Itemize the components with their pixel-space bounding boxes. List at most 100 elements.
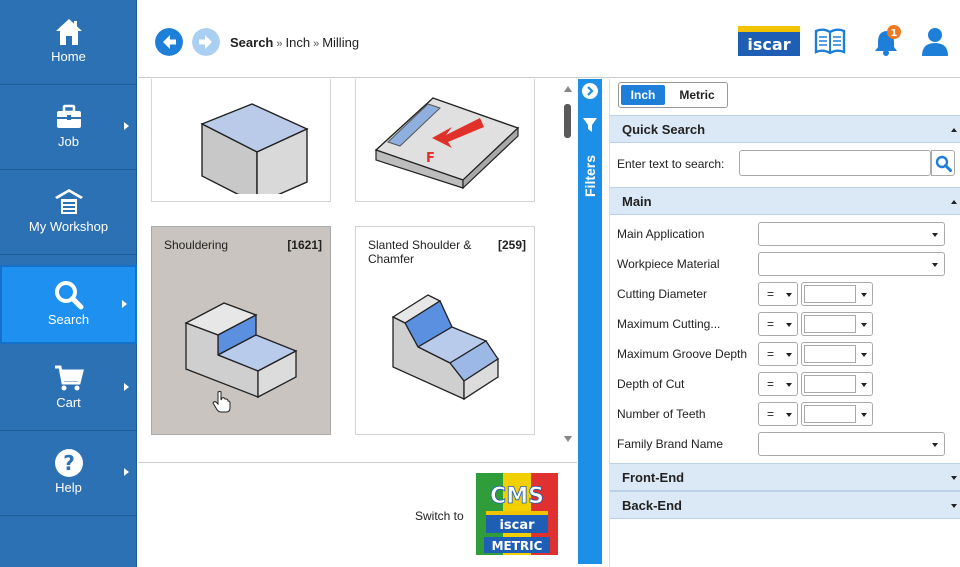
back-button[interactable] (155, 28, 183, 56)
collapse-caret-icon (951, 200, 957, 204)
scroll-up-arrow-icon[interactable] (563, 85, 573, 93)
svg-text:CMS: CMS (490, 484, 544, 509)
workpiece-material-select[interactable] (758, 252, 945, 276)
breadcrumb: Search» Inch» Milling (230, 35, 360, 50)
workshop-icon (54, 189, 83, 214)
maximum-groove-depth-value-select[interactable] (801, 342, 873, 366)
expand-caret-icon (951, 476, 957, 480)
briefcase-icon (56, 104, 81, 128)
catalog-book-icon[interactable] (814, 27, 846, 55)
main-application-label: Main Application (617, 227, 705, 241)
slanted-shoulder-icon (391, 294, 499, 401)
nav-my-workshop-label: My Workshop (28, 219, 109, 234)
home-icon (55, 19, 82, 45)
breadcrumb-search[interactable]: Search (230, 35, 273, 50)
result-card[interactable] (151, 79, 331, 202)
quick-search-header[interactable]: Quick Search (610, 115, 960, 143)
face-milling-icon: F (374, 97, 520, 190)
nav-job-label: Job (58, 134, 79, 149)
forward-button[interactable] (192, 28, 220, 56)
expand-arrow-icon (124, 383, 129, 391)
unit-toggle: Inch Metric (618, 82, 728, 108)
number-of-teeth-operator-select[interactable]: = (758, 402, 798, 426)
depth-of-cut-label: Depth of Cut (617, 377, 685, 391)
main-section-header[interactable]: Main (610, 187, 960, 215)
cart-icon (54, 365, 84, 391)
dropdown-caret-icon (861, 383, 867, 387)
back-end-section-header[interactable]: Back-End (610, 491, 960, 519)
user-account-icon[interactable] (920, 26, 950, 56)
header: Search» Inch» Milling iscar 1 (138, 0, 960, 78)
number-of-teeth-value-select[interactable] (801, 402, 873, 426)
svg-text:?: ? (63, 451, 75, 475)
family-brand-name-label: Family Brand Name (617, 437, 724, 451)
dropdown-caret-icon (932, 263, 938, 267)
collapse-panel-icon[interactable] (581, 82, 599, 100)
breadcrumb-milling[interactable]: Milling (322, 35, 359, 50)
maximum-cutting-value-select[interactable] (801, 312, 873, 336)
dropdown-caret-icon (861, 413, 867, 417)
maximum-groove-depth-label: Maximum Groove Depth (617, 347, 748, 361)
value-box[interactable] (804, 375, 856, 393)
dropdown-caret-icon (861, 293, 867, 297)
cutting-diameter-label: Cutting Diameter (617, 287, 708, 301)
svg-text:iscar: iscar (499, 518, 535, 533)
search-icon (54, 281, 83, 310)
dropdown-caret-icon (786, 323, 792, 327)
dropdown-caret-icon (861, 353, 867, 357)
quick-search-button[interactable] (931, 150, 955, 176)
cms-metric-switch-button[interactable]: CMS iscar METRIC (476, 473, 558, 555)
results-scrollbar[interactable] (559, 79, 577, 459)
depth-of-cut-value-select[interactable] (801, 372, 873, 396)
nav-search[interactable]: Search (0, 265, 137, 344)
unit-inch-button[interactable]: Inch (621, 85, 665, 105)
dropdown-caret-icon (786, 353, 792, 357)
filters-label: Filters (582, 155, 598, 197)
cutting-diameter-value-select[interactable] (801, 282, 873, 306)
quick-search-input[interactable] (739, 150, 931, 176)
main-application-select[interactable] (758, 222, 945, 246)
svg-text:Filters: Filters (582, 155, 598, 197)
depth-of-cut-operator-select[interactable]: = (758, 372, 798, 396)
expand-arrow-icon (122, 300, 127, 308)
family-brand-name-select[interactable] (758, 432, 945, 456)
switch-to-label: Switch to (415, 509, 464, 523)
nav-my-workshop[interactable]: My Workshop (0, 170, 137, 255)
front-end-section-header[interactable]: Front-End (610, 463, 960, 491)
unit-metric-button[interactable]: Metric (671, 85, 723, 105)
hand-cursor-icon (212, 391, 231, 413)
svg-text:F: F (426, 151, 435, 166)
result-card[interactable]: Slanted Shoulder & Chamfer [259] (355, 226, 535, 435)
dropdown-caret-icon (786, 293, 792, 297)
quick-search-title: Quick Search (622, 122, 706, 137)
cutting-diameter-operator-select[interactable]: = (758, 282, 798, 306)
maximum-cutting-operator-select[interactable]: = (758, 312, 798, 336)
quick-search-label: Enter text to search: (617, 157, 725, 171)
result-card[interactable]: F (355, 79, 535, 202)
nav-home[interactable]: Home (0, 0, 137, 85)
search-icon (935, 155, 952, 172)
value-box[interactable] (804, 285, 856, 303)
nav-search-label: Search (47, 312, 90, 327)
result-card[interactable]: Shouldering [1621] (151, 226, 331, 435)
expand-arrow-icon (124, 122, 129, 130)
notifications-bell-icon[interactable]: 1 (873, 24, 903, 56)
nav-help-label: Help (55, 480, 82, 495)
scroll-thumb[interactable] (564, 104, 571, 138)
value-box[interactable] (804, 345, 856, 363)
maximum-groove-depth-operator-select[interactable]: = (758, 342, 798, 366)
nav-help[interactable]: ? Help (0, 431, 137, 516)
iscar-logo[interactable]: iscar (738, 26, 800, 56)
filters-toggle-strip[interactable]: Filters (578, 79, 602, 564)
funnel-filter-icon (583, 118, 597, 132)
back-end-section-title: Back-End (622, 498, 682, 513)
bottom-bar: Switch to CMS iscar METRIC (138, 462, 577, 567)
nav-job[interactable]: Job (0, 85, 137, 170)
value-box[interactable] (804, 315, 856, 333)
scroll-down-arrow-icon[interactable] (563, 435, 573, 443)
breadcrumb-inch[interactable]: Inch (286, 35, 311, 50)
value-box[interactable] (804, 405, 856, 423)
nav-cart[interactable]: Cart (0, 346, 137, 431)
result-card-title: Shouldering (164, 238, 229, 252)
nav-cart-label: Cart (56, 395, 81, 410)
